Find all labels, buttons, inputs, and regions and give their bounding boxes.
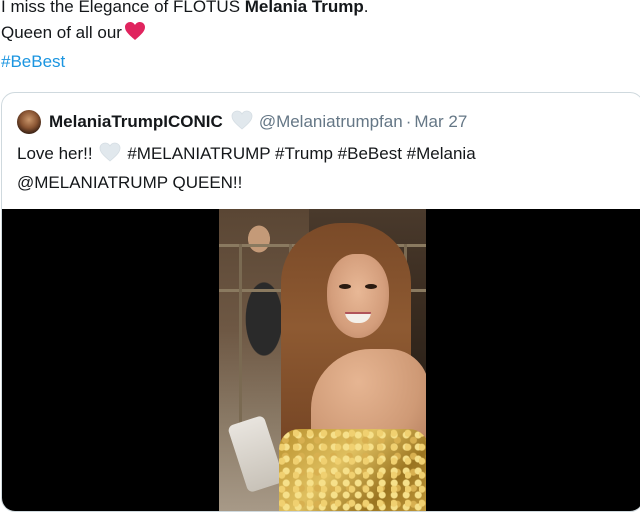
hashtag-link[interactable]: #BeBest: [1, 49, 640, 75]
video-frame[interactable]: [219, 209, 426, 511]
barrier-post: [239, 244, 242, 444]
quoted-tweet-card[interactable]: MelaniaTrumpICONIC @Melaniatrumpfan · Ma…: [1, 92, 640, 512]
tweet-text-line-2: Queen of all our: [1, 20, 640, 49]
love-her-text: Love her!!: [17, 144, 93, 163]
avatar[interactable]: [17, 110, 41, 134]
tweet-text-bold-name: Melania Trump: [244, 0, 364, 16]
tweet-text: I miss the Elegance of FLOTUS Melania Tr…: [0, 0, 640, 75]
tweet-text-line-1: I miss the Elegance of FLOTUS Melania Tr…: [1, 0, 640, 20]
quoted-tweet-header: MelaniaTrumpICONIC @Melaniatrumpfan · Ma…: [17, 109, 467, 135]
separator-dot: ·: [405, 112, 412, 131]
quoted-tweet-body: Love her!! #MELANIATRUMP #Trump #BeBest …: [17, 141, 627, 196]
sequin-dress-shape: [279, 429, 426, 511]
face-shape: [327, 254, 389, 338]
user-handle[interactable]: @Melaniatrumpfan: [259, 112, 403, 132]
white-heart-icon: [99, 142, 121, 170]
quoted-hashtags: #MELANIATRUMP #Trump #BeBest #Melania: [127, 144, 476, 163]
display-name[interactable]: MelaniaTrumpICONIC: [49, 112, 223, 132]
eye-shape: [339, 284, 351, 289]
quoted-tweet-line-1: Love her!! #MELANIATRUMP #Trump #BeBest …: [17, 141, 627, 170]
tweet-text-suffix: .: [363, 0, 369, 16]
video-media[interactable]: [2, 209, 640, 511]
smile-shape: [345, 312, 371, 323]
white-heart-icon: [231, 110, 253, 135]
tweet-text-queen: Queen of all our: [1, 23, 122, 42]
eye-shape: [365, 284, 377, 289]
quoted-tweet-line-2: @MELANIATRUMP QUEEN!!: [17, 173, 243, 192]
tweet-date[interactable]: Mar 27: [414, 112, 467, 132]
red-heart-icon: [124, 21, 146, 49]
tweet-text-prefix: I miss the Elegance of FLOTUS: [1, 0, 245, 16]
